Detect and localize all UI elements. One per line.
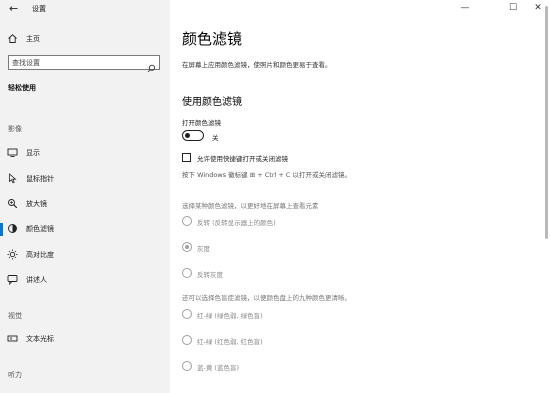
sidebar-item-label: 主页 [26, 35, 40, 43]
page-description: 在屏幕上应用颜色滤镜，使照片和颜色更易于查看。 [182, 61, 332, 69]
sidebar-item-high-contrast[interactable]: 高对比度 [0, 244, 170, 266]
text-cursor-icon [7, 333, 19, 345]
radio-selected-dot [185, 245, 189, 249]
sidebar-item-label: 放大镜 [26, 200, 47, 208]
group-label-vision: 影像 [8, 125, 22, 133]
narrator-icon [7, 274, 19, 286]
page-title: 颜色滤镜 [182, 30, 243, 48]
radio-deuteranopia[interactable] [182, 309, 192, 319]
search-icon[interactable] [147, 58, 156, 77]
scrollbar[interactable] [545, 6, 548, 239]
magnifier-icon [7, 198, 19, 210]
group-label-interaction: 视觉 [8, 312, 22, 320]
sidebar-item-mouse-pointer[interactable]: 鼠标指针 [0, 168, 170, 190]
shortcut-hint: 按下 Windows 徽标键 ⊞ + Ctrl + C 以打开或关闭滤镜。 [182, 171, 351, 179]
radio-grayscale-inverted[interactable] [182, 268, 192, 278]
sidebar-item-label: 讲述人 [26, 276, 47, 284]
sidebar-item-display[interactable]: 显示 [0, 142, 170, 164]
sidebar-item-label: 高对比度 [26, 251, 54, 259]
minimize-icon[interactable]: — [459, 3, 471, 13]
sidebar-item-color-filter[interactable]: 颜色滤镜 [0, 218, 170, 240]
radio-protanopia[interactable] [182, 335, 192, 345]
sidebar-item-label: 文本光标 [26, 335, 54, 343]
radio-label-invert[interactable]: 反转 (反转显示器上的颜色) [197, 217, 276, 227]
toggle-knob [185, 133, 190, 138]
filter-prompt: 选择某种颜色滤镜，以更好地在屏幕上查看元素 [182, 202, 319, 210]
radio-tritanopia[interactable] [182, 361, 192, 371]
search-input[interactable] [12, 57, 142, 68]
sidebar-item-home[interactable]: 主页 [0, 28, 170, 50]
color-filter-icon [7, 223, 19, 235]
shortcut-checkbox[interactable] [182, 153, 191, 162]
sidebar: ← 设置 主页 轻松使用 影像 显示 鼠标指针 放大镜 [0, 0, 170, 393]
radio-label-tritanopia[interactable]: 蓝-黄 (蓝色盲) [197, 362, 239, 372]
mouse-pointer-icon [7, 173, 19, 185]
main-content: — ☐ ✕ 颜色滤镜 在屏幕上应用颜色滤镜，使照片和颜色更易于查看。 使用颜色滤… [170, 0, 550, 393]
back-arrow-icon[interactable]: ← [9, 2, 18, 15]
radio-label-grayscale-inverted[interactable]: 反转灰度 [197, 269, 223, 279]
search-field[interactable] [8, 55, 160, 73]
high-contrast-icon [7, 249, 19, 261]
sidebar-item-text-cursor[interactable]: 文本光标 [0, 328, 170, 350]
radio-label-protanopia[interactable]: 红-绿 (红色弱, 红色盲) [197, 336, 263, 346]
radio-invert[interactable] [182, 216, 192, 226]
toggle-state-text: 关 [212, 134, 219, 142]
section-title: 使用颜色滤镜 [182, 97, 242, 108]
shortcut-checkbox-label[interactable]: 允许使用快捷键打开或关闭滤镜 [197, 153, 288, 163]
radio-grayscale[interactable] [182, 242, 192, 252]
group-label-hearing: 听力 [8, 371, 22, 379]
colorblind-prompt: 还可以选择色盲症滤镜，以便颜色盘上的九种颜色更清晰。 [182, 294, 351, 302]
sidebar-item-label: 颜色滤镜 [26, 225, 54, 233]
close-icon[interactable]: ✕ [532, 3, 544, 13]
color-filter-toggle[interactable] [182, 130, 204, 141]
home-icon [7, 33, 19, 45]
radio-label-grayscale[interactable]: 灰度 [197, 243, 210, 253]
category-title: 轻松使用 [8, 84, 36, 92]
toggle-label: 打开颜色滤镜 [182, 119, 221, 127]
sidebar-item-narrator[interactable]: 讲述人 [0, 269, 170, 291]
sidebar-item-label: 显示 [26, 149, 40, 157]
display-icon [7, 147, 19, 159]
window-title: 设置 [32, 5, 46, 13]
sidebar-item-magnifier[interactable]: 放大镜 [0, 193, 170, 215]
sidebar-item-label: 鼠标指针 [26, 175, 54, 183]
radio-label-deuteranopia[interactable]: 红-绿 (绿色弱, 绿色盲) [197, 310, 263, 320]
maximize-icon[interactable]: ☐ [507, 3, 519, 13]
